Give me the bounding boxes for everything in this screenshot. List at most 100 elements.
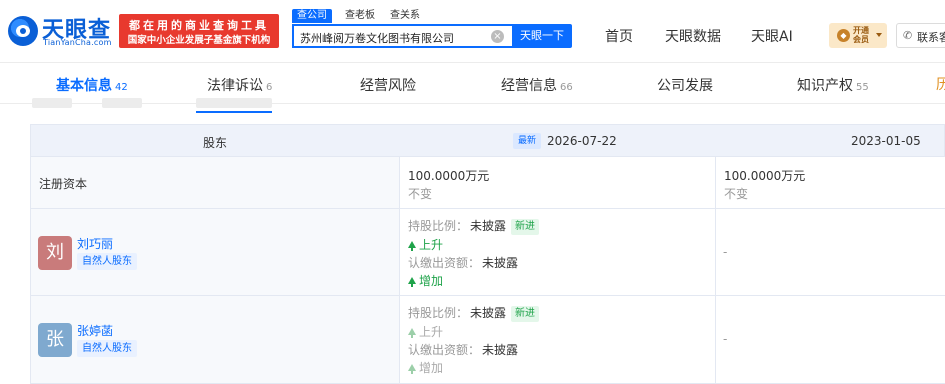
arrow-up-icon [408,328,416,338]
latest-badge: 最新 [513,133,542,149]
tab-ip[interactable]: 知识产权 55 [797,75,869,95]
promo-line-1: 都在用的商业查询工具 [129,19,269,32]
table-row: 注册资本 100.0000万元 不变 100.0000万元 不变 [30,157,945,209]
sub-filter-item[interactable] [102,98,142,108]
capital-latest: 100.0000万元 [408,169,490,183]
latest-cell: 100.0000万元 不变 [400,157,716,208]
prev-cell: 100.0000万元 不变 [716,157,945,208]
tab-count: 55 [856,82,869,93]
prev-empty: - [723,245,728,259]
tab-legal[interactable]: 法律诉讼 6 [207,75,272,95]
capital-trend: 增加 [408,359,443,376]
capital-prev: 100.0000万元 [724,169,806,183]
shareholder-type-tag: 自然人股东 [77,340,137,357]
ratio-row: 持股比例： 未披露 新进 [408,304,540,322]
table-row: 刘 刘巧丽 自然人股东 持股比例： 未披露 新进 上升 认缴出资额： 未披露 增加 - [30,209,945,296]
contact-label: 联系客服 [917,31,945,44]
eye-logo-icon [8,16,38,46]
tab-count: 6 [266,82,273,93]
shareholder-cell: 张 张婷菡 自然人股东 [31,296,400,383]
search-button[interactable]: 天眼一下 [512,24,572,48]
ratio-trend-text: 上升 [419,325,444,339]
shareholder-change-table: 股东 最新 2026-07-22 2023-01-05 注册资本 100.000… [30,124,945,384]
promo-line-2: 国家中小企业发展子基金旗下机构 [127,35,271,46]
diamond-icon: ◆ [837,29,850,42]
prev-cell: - [716,209,945,295]
phone-icon: ✆ [903,29,913,42]
capital-prev-sub: 不变 [724,187,749,201]
capital-row: 认缴出资额： 未披露 [408,254,518,271]
ratio-value: 未披露 [470,219,507,233]
nav-ai[interactable]: 天眼AI [751,26,793,46]
search-tab-company[interactable]: 查公司 [292,9,332,23]
ratio-value: 未披露 [470,306,507,320]
sub-filter-item-active[interactable] [196,98,272,108]
new-entry-tag: 新进 [511,306,540,322]
search-input-value: 苏州峰阅万卷文化图书有限公司 [300,32,454,45]
table-row: 张 张婷菡 自然人股东 持股比例： 未披露 新进 上升 认缴出资额： 未披露 增加 - [30,296,945,384]
tab-label: 法律诉讼 [207,78,263,94]
table-header: 股东 最新 2026-07-22 2023-01-05 [30,124,945,157]
arrow-up-icon [408,364,416,374]
tab-basic-info[interactable]: 基本信息 42 [56,75,128,95]
shareholder-cell: 刘 刘巧丽 自然人股东 [31,209,400,295]
search-tab-relation[interactable]: 查关系 [390,9,420,23]
search-input[interactable]: 苏州峰阅万卷文化图书有限公司 × [292,24,512,48]
tab-business[interactable]: 经营信息 66 [501,75,573,95]
row-label-cell: 注册资本 [31,157,400,208]
capital-value: 未披露 [482,256,519,270]
capital-label: 认缴出资额： [408,256,481,270]
prev-cell: - [716,296,945,383]
ratio-trend-text: 上升 [419,238,444,252]
sub-filter-item[interactable] [32,98,72,108]
capital-value: 未披露 [482,343,519,357]
ratio-label: 持股比例： [408,219,469,233]
capital-latest-sub: 不变 [408,187,433,201]
tab-label: 知识产权 [797,78,853,94]
clear-icon[interactable]: × [491,30,504,43]
shareholder-name-link[interactable]: 张婷菡 [77,322,113,339]
ratio-trend: 上升 [408,236,443,253]
prev-empty: - [723,332,728,346]
tab-development[interactable]: 公司发展 [657,75,713,95]
tab-label: 公司发展 [657,78,713,94]
capital-label: 认缴出资额： [408,343,481,357]
section-tabs: 基本信息 42 法律诉讼 6 经营风险 经营信息 66 公司发展 知识产权 55 [0,62,945,104]
new-entry-tag: 新进 [511,219,540,235]
capital-trend-text: 增加 [419,274,444,288]
contact-button[interactable]: ✆ 联系客服 [896,23,945,48]
tab-label: 经营信息 [501,78,557,94]
search-tab-boss[interactable]: 查老板 [345,9,375,23]
arrow-up-icon [408,241,416,251]
top-header: 天眼查 TianYanCha.com 都在用的商业查询工具 国家中小企业发展子基… [0,0,945,62]
shareholder-name-link[interactable]: 刘巧丽 [77,235,113,252]
tab-count: 42 [115,82,128,93]
vip-button[interactable]: ◆ 开通会员 [829,23,887,48]
avatar: 刘 [38,236,72,270]
tab-history-partial[interactable]: 历 [936,74,945,94]
promo-banner[interactable]: 都在用的商业查询工具 国家中小企业发展子基金旗下机构 [119,14,279,48]
ratio-label: 持股比例： [408,306,469,320]
sub-filter-bar [30,98,945,124]
ratio-row: 持股比例： 未披露 新进 [408,217,540,235]
nav-data[interactable]: 天眼数据 [665,26,721,46]
nav-home[interactable]: 首页 [605,26,633,46]
tab-label: 经营风险 [360,78,416,94]
logo-subtext: TianYanCha.com [43,38,112,47]
capital-label: 注册资本 [39,177,88,191]
tab-risk[interactable]: 经营风险 [360,75,416,95]
tab-label: 基本信息 [56,78,112,94]
latest-cell: 持股比例： 未披露 新进 上升 认缴出资额： 未披露 增加 [400,209,716,295]
capital-row: 认缴出资额： 未披露 [408,341,518,358]
tab-count: 66 [560,82,573,93]
header-shareholder: 股东 [203,136,228,150]
shareholder-type-tag: 自然人股东 [77,253,137,270]
capital-trend: 增加 [408,272,443,289]
vip-label: 开通会员 [853,26,869,44]
header-date-prev: 2023-01-05 [851,134,921,148]
logo[interactable]: 天眼查 TianYanCha.com [8,12,116,50]
latest-cell: 持股比例： 未披露 新进 上升 认缴出资额： 未披露 增加 [400,296,716,383]
ratio-trend: 上升 [408,323,443,340]
avatar: 张 [38,323,72,357]
arrow-up-icon [408,277,416,287]
